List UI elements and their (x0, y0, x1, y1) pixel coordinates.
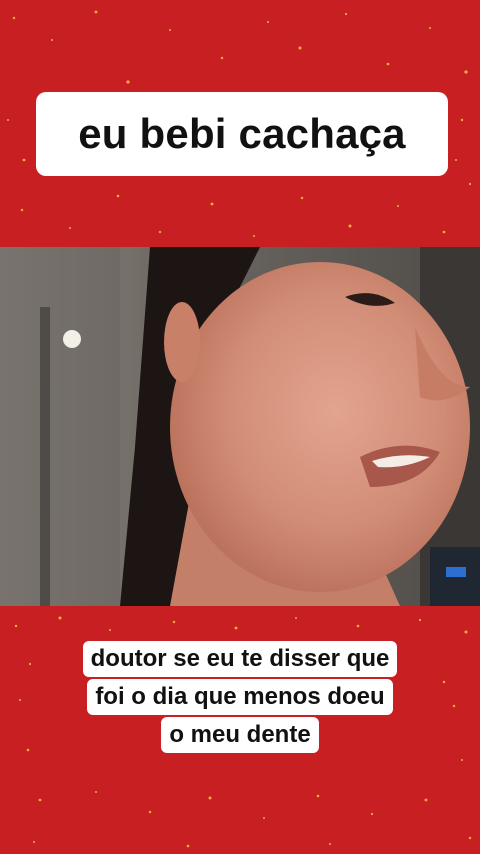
caption-line-3: o meu dente (161, 717, 319, 753)
video-panel[interactable] (0, 247, 480, 606)
bottom-caption: doutor se eu te disser que foi o dia que… (52, 640, 428, 754)
top-caption-text: eu bebi cachaça (78, 110, 406, 157)
caption-line-2: foi o dia que menos doeu (87, 679, 393, 715)
video-frame: eu bebi cachaça doutor se eu te disser q… (0, 0, 480, 854)
top-caption: eu bebi cachaça (36, 92, 448, 176)
caption-line-1: doutor se eu te disser que (82, 641, 398, 677)
person-video-frame (0, 247, 480, 606)
